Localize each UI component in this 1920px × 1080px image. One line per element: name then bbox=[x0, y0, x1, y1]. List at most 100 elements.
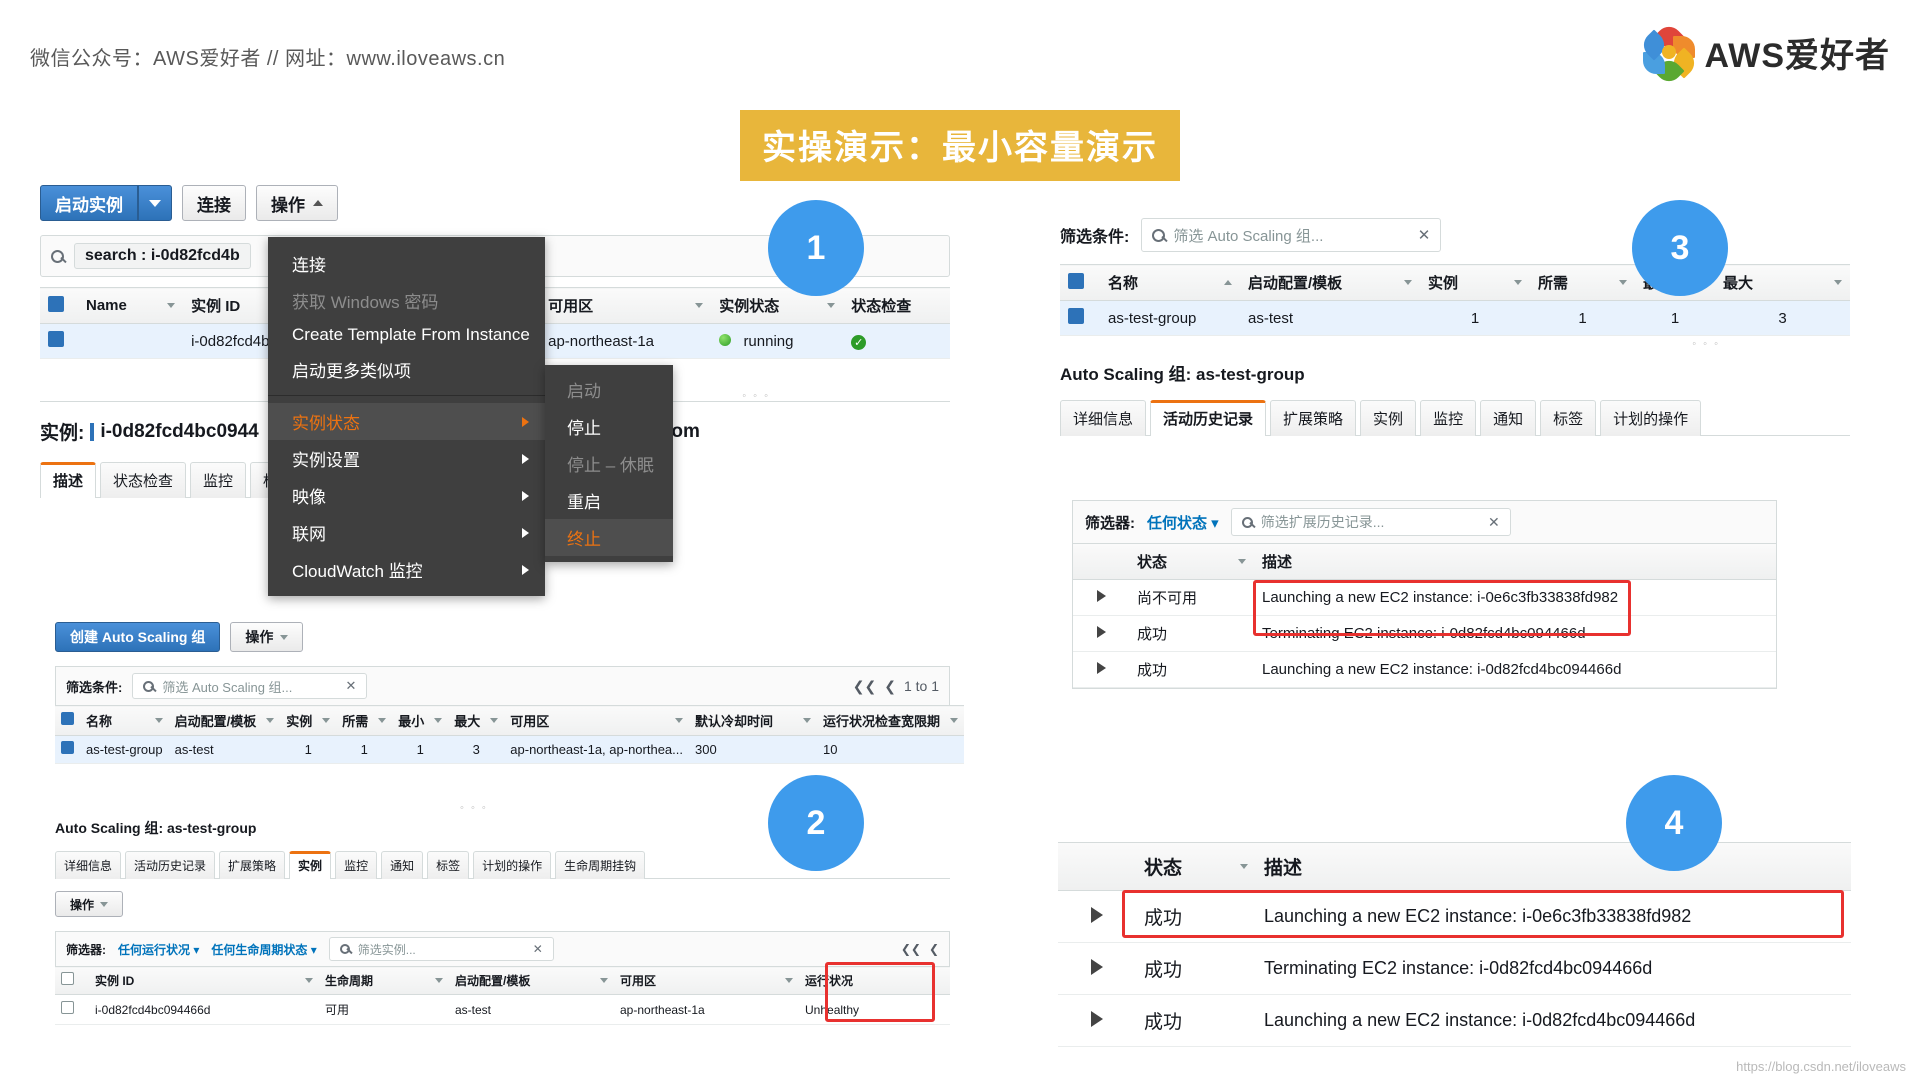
col-name[interactable]: Name bbox=[78, 287, 184, 324]
asg-instances-actions-button[interactable]: 操作 bbox=[55, 891, 124, 917]
tab-monitoring[interactable]: 监控 bbox=[190, 462, 247, 498]
expand-icon[interactable] bbox=[1096, 590, 1106, 602]
col-desired[interactable]: 所需 bbox=[1530, 264, 1635, 301]
history-filter-input[interactable]: 筛选扩展历史记录... ✕ bbox=[1230, 508, 1511, 536]
cell-instance-id-link[interactable]: i-0d82fcd4bc094466d bbox=[89, 994, 319, 1025]
row-checkbox-cell[interactable] bbox=[40, 323, 78, 359]
col-max[interactable]: 最大 bbox=[448, 705, 505, 736]
row-checkbox[interactable] bbox=[61, 1001, 74, 1014]
menu-item-instance-state[interactable]: 实例状态 bbox=[268, 403, 545, 440]
table-row[interactable]: 成功 Launching a new EC2 instance: i-0d82f… bbox=[1073, 651, 1776, 688]
prev-page-icon[interactable]: ❮ bbox=[929, 942, 939, 956]
tab-tags[interactable]: 标签 bbox=[427, 851, 470, 879]
tab-activity-history[interactable]: 活动历史记录 bbox=[1150, 400, 1267, 436]
col-launch-config[interactable]: 启动配置/模板 bbox=[449, 966, 614, 995]
clear-icon[interactable]: ✕ bbox=[1488, 514, 1500, 531]
asg3-filter-input[interactable]: 筛选 Auto Scaling 组... ✕ bbox=[1141, 218, 1442, 252]
col-instances[interactable]: 实例 bbox=[280, 705, 337, 736]
first-page-icon[interactable]: ❮❮ bbox=[901, 942, 921, 956]
tab-activity-history[interactable]: 活动历史记录 bbox=[125, 851, 216, 879]
asg-actions-button[interactable]: 操作 bbox=[230, 622, 304, 652]
asg-filter-input[interactable]: 筛选 Auto Scaling 组... ✕ bbox=[132, 673, 368, 699]
expand-icon[interactable] bbox=[1091, 1010, 1103, 1027]
expand-icon[interactable] bbox=[1091, 958, 1103, 975]
row-checkbox[interactable] bbox=[48, 331, 64, 347]
select-all-header[interactable] bbox=[40, 287, 78, 324]
tab-description[interactable]: 描述 bbox=[40, 462, 97, 498]
select-all-checkbox[interactable] bbox=[1068, 272, 1084, 289]
table-row[interactable]: 尚不可用 Launching a new EC2 instance: i-0e6… bbox=[1073, 579, 1776, 616]
menu-item-images[interactable]: 映像 bbox=[268, 477, 545, 514]
panel-resize-grip[interactable]: ◦ ◦ ◦ bbox=[460, 802, 488, 814]
expand-icon[interactable] bbox=[1091, 906, 1103, 923]
tab-tags[interactable]: 标签 bbox=[1540, 400, 1597, 436]
col-min[interactable]: 最小 bbox=[392, 705, 449, 736]
col-availability-zones[interactable]: 可用区 bbox=[504, 705, 690, 736]
tab-scaling-policies[interactable]: 扩展策略 bbox=[1270, 400, 1357, 436]
launch-instance-button[interactable]: 启动实例 bbox=[40, 185, 138, 221]
filter-health-dropdown[interactable]: 任何运行状况 ▾ bbox=[118, 941, 199, 958]
menu-item-create-template-from-instance[interactable]: Create Template From Instance bbox=[268, 319, 545, 351]
expander-cell[interactable] bbox=[1058, 994, 1136, 1047]
clear-icon[interactable]: ✕ bbox=[1418, 226, 1431, 244]
tab-instances[interactable]: 实例 bbox=[289, 851, 332, 879]
expander-cell[interactable] bbox=[1073, 579, 1129, 616]
row-checkbox[interactable] bbox=[1068, 308, 1084, 324]
col-health-status[interactable]: 运行状况 bbox=[799, 966, 950, 995]
col-az[interactable]: 可用区 bbox=[614, 966, 799, 995]
tab-lifecycle-hooks[interactable]: 生命周期挂钩 bbox=[555, 851, 646, 879]
row-checkbox[interactable] bbox=[61, 741, 74, 754]
table-row[interactable]: 成功 Launching a new EC2 instance: i-0d82f… bbox=[1058, 994, 1851, 1047]
select-all-header[interactable] bbox=[55, 705, 80, 736]
menu-item-connect[interactable]: 连接 bbox=[268, 245, 545, 282]
panel-resize-grip[interactable]: ◦ ◦ ◦ bbox=[1692, 338, 1720, 350]
tab-notifications[interactable]: 通知 bbox=[381, 851, 424, 879]
actions-context-menu[interactable]: 连接 获取 Windows 密码 Create Template From In… bbox=[268, 237, 545, 596]
filter-lifecycle-dropdown[interactable]: 任何生命周期状态 ▾ bbox=[211, 941, 316, 958]
col-description[interactable]: 描述 bbox=[1256, 843, 1851, 891]
connect-button[interactable]: 连接 bbox=[182, 185, 246, 221]
select-all-header[interactable] bbox=[55, 966, 89, 995]
submenu-item-stop[interactable]: 停止 bbox=[545, 408, 673, 445]
expand-icon[interactable] bbox=[1096, 626, 1106, 638]
tab-scaling-policies[interactable]: 扩展策略 bbox=[219, 851, 286, 879]
actions-button[interactable]: 操作 bbox=[256, 185, 338, 221]
col-instance-id[interactable]: 实例 ID bbox=[89, 966, 319, 995]
select-all-checkbox[interactable] bbox=[48, 295, 64, 312]
panel-resize-grip[interactable]: ◦ ◦ ◦ bbox=[742, 390, 770, 402]
expand-icon[interactable] bbox=[1096, 662, 1106, 674]
col-health-grace[interactable]: 运行状况检查宽限期 bbox=[817, 705, 965, 736]
expander-cell[interactable] bbox=[1073, 615, 1129, 652]
table-row[interactable]: 成功 Terminating EC2 instance: i-0d82fcd4b… bbox=[1073, 615, 1776, 652]
row-checkbox-cell[interactable] bbox=[1060, 300, 1100, 336]
table-row[interactable]: 成功 Terminating EC2 instance: i-0d82fcd4b… bbox=[1058, 942, 1851, 995]
tab-notifications[interactable]: 通知 bbox=[1480, 400, 1537, 436]
col-launch-config[interactable]: 启动配置/模板 bbox=[1240, 264, 1420, 301]
tab-details[interactable]: 详细信息 bbox=[1060, 400, 1147, 436]
tab-monitoring[interactable]: 监控 bbox=[1420, 400, 1477, 436]
expander-cell[interactable] bbox=[1073, 651, 1129, 688]
clear-icon[interactable]: ✕ bbox=[345, 678, 356, 694]
col-max[interactable]: 最大 bbox=[1715, 264, 1850, 301]
col-launch-config[interactable]: 启动配置/模板 bbox=[168, 705, 281, 736]
row-checkbox-cell[interactable] bbox=[55, 994, 89, 1025]
col-lifecycle[interactable]: 生命周期 bbox=[319, 966, 449, 995]
col-default-cooldown[interactable]: 默认冷却时间 bbox=[689, 705, 818, 736]
menu-item-instance-settings[interactable]: 实例设置 bbox=[268, 440, 545, 477]
tab-monitoring[interactable]: 监控 bbox=[335, 851, 378, 879]
menu-item-cloudwatch-monitoring[interactable]: CloudWatch 监控 bbox=[268, 551, 545, 588]
col-state[interactable]: 状态 bbox=[1136, 843, 1256, 891]
asg-pager[interactable]: ❮❮ ❮ 1 to 1 bbox=[853, 678, 939, 695]
first-page-icon[interactable]: ❮❮ bbox=[853, 678, 876, 695]
col-description[interactable]: 描述 bbox=[1254, 544, 1776, 580]
tab-scheduled-actions[interactable]: 计划的操作 bbox=[1600, 400, 1702, 436]
expander-cell[interactable] bbox=[1058, 942, 1136, 995]
row-checkbox-cell[interactable] bbox=[55, 735, 80, 764]
submenu-item-reboot[interactable]: 重启 bbox=[545, 482, 673, 519]
menu-item-launch-more-like-this[interactable]: 启动更多类似项 bbox=[268, 351, 545, 388]
col-name[interactable]: 名称 bbox=[1100, 264, 1240, 301]
col-state[interactable]: 状态 bbox=[1129, 544, 1254, 580]
launch-instance-dropdown-button[interactable] bbox=[138, 185, 172, 221]
submenu-item-terminate[interactable]: 终止 bbox=[545, 519, 673, 556]
instances-pager[interactable]: ❮❮ ❮ bbox=[901, 942, 939, 956]
